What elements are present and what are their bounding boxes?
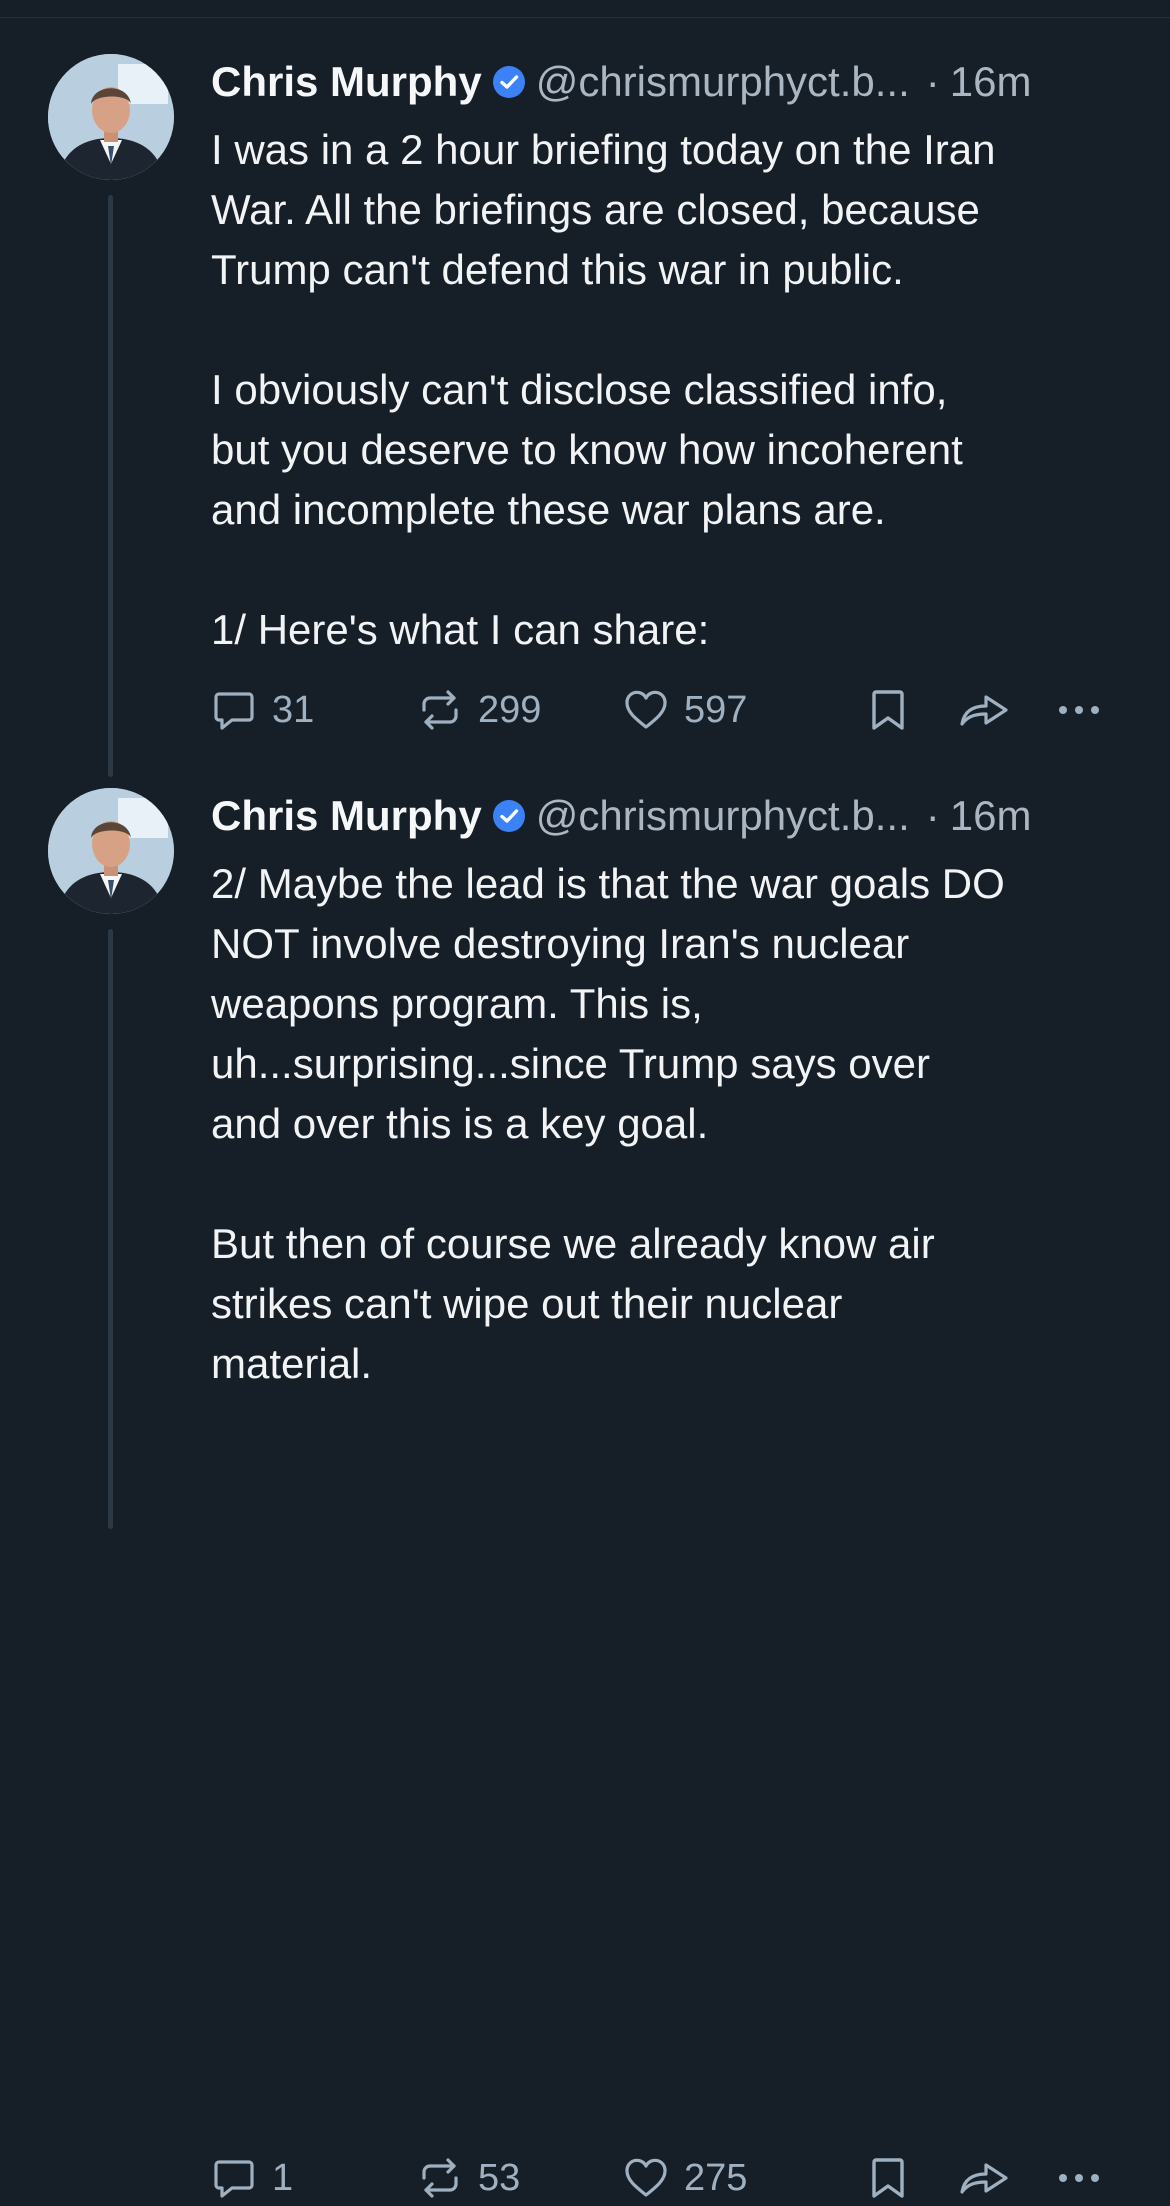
post-text: I was in a 2 hour briefing today on the … <box>211 126 996 653</box>
reply-button[interactable]: 31 <box>210 682 314 738</box>
avatar-portrait <box>48 788 174 914</box>
thread-line <box>108 195 113 777</box>
repost-button[interactable]: 299 <box>416 682 541 738</box>
share-button[interactable] <box>956 2150 1012 2206</box>
reply-button[interactable]: 1 <box>210 2150 293 2206</box>
post-timestamp[interactable]: 16m <box>950 54 1032 110</box>
heart-icon <box>625 690 667 729</box>
heart-icon <box>625 2158 667 2197</box>
bookmark-button[interactable] <box>866 2150 910 2206</box>
share-icon <box>960 2163 1008 2194</box>
verified-badge-icon <box>492 799 526 833</box>
repost-count: 53 <box>478 2156 521 2199</box>
post-actions: 31 299 597 <box>210 682 1110 738</box>
repost-icon <box>422 2158 458 2198</box>
bookmark-icon <box>872 2158 904 2198</box>
header-separator: · <box>925 58 940 105</box>
like-button[interactable]: 597 <box>622 682 747 738</box>
author-handle[interactable]: @chrismurphyct.b... <box>536 788 910 844</box>
repost-icon <box>422 690 458 730</box>
author-handle[interactable]: @chrismurphyct.b... <box>536 54 910 110</box>
reply-icon <box>214 692 254 730</box>
post-text: 2/ Maybe the lead is that the war goals … <box>211 860 1005 1387</box>
share-button[interactable] <box>956 682 1012 738</box>
repost-count: 299 <box>478 688 542 731</box>
more-icon <box>1059 2174 1099 2182</box>
post-header: Chris Murphy @chrismurphyct.b... · 16m <box>211 54 1131 110</box>
top-divider <box>0 0 1170 18</box>
like-count: 275 <box>684 2156 748 2199</box>
like-count: 597 <box>684 688 748 731</box>
more-options-button[interactable] <box>1054 2150 1104 2206</box>
post-timestamp[interactable]: 16m <box>950 788 1032 844</box>
like-button[interactable]: 275 <box>622 2150 747 2206</box>
post-actions: 1 53 275 <box>210 2150 1110 2206</box>
thread-line <box>108 929 113 1529</box>
reply-icon <box>214 2160 254 2198</box>
share-icon <box>960 695 1008 726</box>
post-header: Chris Murphy @chrismurphyct.b... · 16m <box>211 788 1131 844</box>
avatar-portrait <box>48 54 174 180</box>
verified-badge-icon <box>492 65 526 99</box>
author-name[interactable]: Chris Murphy <box>211 54 482 110</box>
author-name[interactable]: Chris Murphy <box>211 788 482 844</box>
avatar[interactable] <box>48 54 174 180</box>
bookmark-button[interactable] <box>866 682 910 738</box>
header-separator: · <box>925 792 940 839</box>
more-icon <box>1059 706 1099 714</box>
avatar[interactable] <box>48 788 174 914</box>
more-options-button[interactable] <box>1054 682 1104 738</box>
repost-button[interactable]: 53 <box>416 2150 520 2206</box>
reply-count: 1 <box>272 2156 294 2199</box>
bookmark-icon <box>872 690 904 730</box>
reply-count: 31 <box>272 688 315 731</box>
